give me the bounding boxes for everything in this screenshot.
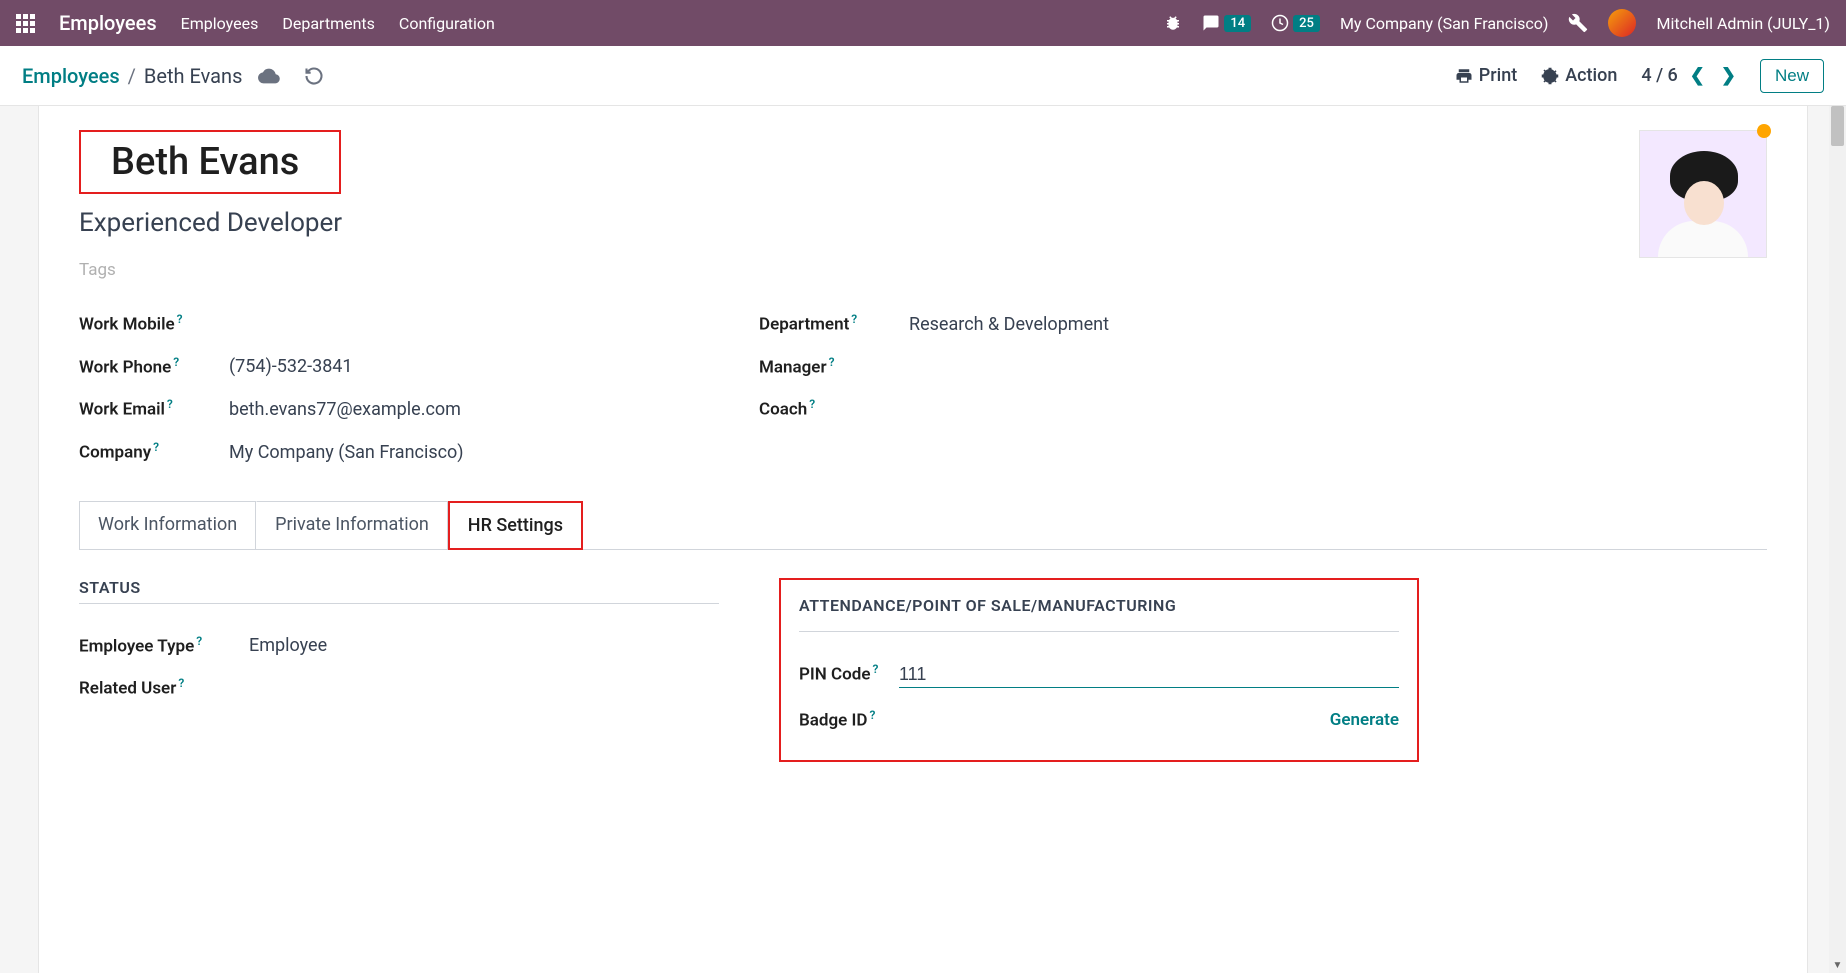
user-name[interactable]: Mitchell Admin (JULY_1) [1656, 14, 1830, 33]
help-icon[interactable]: ? [173, 355, 179, 369]
breadcrumb-root[interactable]: Employees [22, 64, 120, 88]
activities-count: 25 [1293, 15, 1320, 32]
work-email-label: Work Email [79, 400, 165, 420]
company-label: Company [79, 443, 151, 463]
topbar-right: 14 25 My Company (San Francisco) Mitchel… [1164, 9, 1830, 37]
department-value[interactable]: Research & Development [909, 314, 1109, 335]
attendance-title: ATTENDANCE/POINT OF SALE/MANUFACTURING [799, 596, 1399, 621]
tab-private-information[interactable]: Private Information [256, 501, 448, 550]
new-button[interactable]: New [1760, 59, 1824, 93]
pin-code-row: PIN Code? [799, 652, 1399, 698]
help-icon[interactable]: ? [153, 440, 159, 454]
help-icon[interactable]: ? [829, 355, 835, 369]
company-switcher[interactable]: My Company (San Francisco) [1340, 14, 1549, 33]
employee-name-field[interactable]: Beth Evans [79, 130, 341, 194]
cloud-icon[interactable] [258, 65, 280, 87]
help-icon[interactable]: ? [873, 662, 879, 676]
status-panel: STATUS Employee Type? Employee Related U… [79, 578, 719, 763]
right-column: Department? Research & Development Manag… [759, 302, 1379, 473]
print-button[interactable]: Print [1455, 65, 1517, 86]
work-phone-label: Work Phone [79, 357, 171, 377]
status-title: STATUS [79, 578, 719, 604]
form-sheet: Beth Evans Experienced Developer Tags Wo… [38, 106, 1808, 973]
topbar: Employees Employees Departments Configur… [0, 0, 1846, 46]
pager-prev-icon[interactable]: ❮ [1690, 65, 1705, 86]
work-phone-value[interactable]: (754)-532-3841 [229, 356, 353, 377]
generate-button[interactable]: Generate [1330, 710, 1399, 730]
presence-status-dot-icon[interactable] [1757, 124, 1771, 138]
field-columns: Work Mobile? Work Phone? (754)-532-3841 … [79, 302, 1767, 473]
related-user-row: Related User? [79, 666, 719, 709]
help-icon[interactable]: ? [870, 708, 876, 722]
coach-label: Coach [759, 400, 807, 420]
work-email-row: Work Email? beth.evans77@example.com [79, 387, 699, 430]
tags-field[interactable]: Tags [79, 260, 1767, 280]
coach-row: Coach? [759, 387, 1379, 430]
tab-hr-settings[interactable]: HR Settings [448, 501, 583, 550]
breadcrumb-sep: / [128, 64, 136, 88]
tabs: Work Information Private Information HR … [79, 501, 1767, 550]
undo-icon[interactable] [304, 65, 324, 87]
company-row: Company? My Company (San Francisco) [79, 430, 699, 473]
scrollbar-thumb[interactable] [1831, 106, 1844, 146]
help-icon[interactable]: ? [851, 312, 857, 326]
employee-type-label: Employee Type [79, 636, 194, 656]
tab-work-information[interactable]: Work Information [79, 501, 256, 550]
action-button[interactable]: Action [1541, 65, 1617, 86]
nav-departments[interactable]: Departments [282, 14, 375, 33]
topbar-left: Employees Employees Departments Configur… [16, 11, 1164, 35]
tools-icon[interactable] [1568, 13, 1588, 33]
work-mobile-row: Work Mobile? [79, 302, 699, 345]
work-mobile-label: Work Mobile [79, 315, 175, 335]
messages-button[interactable]: 14 [1202, 14, 1251, 32]
badge-id-label: Badge ID [799, 710, 868, 730]
badge-id-row: Badge ID? Generate [799, 698, 1399, 741]
related-user-label: Related User [79, 679, 176, 699]
scrollbar[interactable]: ▼ [1829, 106, 1846, 973]
pager-next-icon[interactable]: ❯ [1721, 65, 1736, 86]
pager-text[interactable]: 4 / 6 [1641, 65, 1677, 86]
messages-count: 14 [1224, 15, 1251, 32]
subbar: Employees / Beth Evans Print Action 4 / … [0, 46, 1846, 106]
breadcrumb-current: Beth Evans [144, 64, 243, 88]
attendance-panel: ATTENDANCE/POINT OF SALE/MANUFACTURING P… [779, 578, 1419, 763]
employee-type-row: Employee Type? Employee [79, 624, 719, 667]
help-icon[interactable]: ? [809, 397, 815, 411]
manager-label: Manager [759, 357, 827, 377]
user-avatar-icon[interactable] [1608, 9, 1636, 37]
employee-type-value[interactable]: Employee [249, 635, 327, 656]
bug-icon[interactable] [1164, 14, 1182, 32]
help-icon[interactable]: ? [167, 397, 173, 411]
department-label: Department [759, 315, 849, 335]
nav-employees[interactable]: Employees [181, 14, 259, 33]
work-phone-row: Work Phone? (754)-532-3841 [79, 345, 699, 388]
left-column: Work Mobile? Work Phone? (754)-532-3841 … [79, 302, 699, 473]
activities-button[interactable]: 25 [1271, 14, 1320, 32]
action-label: Action [1565, 65, 1617, 86]
employee-photo[interactable] [1639, 130, 1767, 258]
pin-code-label: PIN Code [799, 665, 871, 685]
pin-code-input[interactable] [899, 662, 1399, 688]
work-email-value[interactable]: beth.evans77@example.com [229, 399, 461, 420]
hr-settings-panel: STATUS Employee Type? Employee Related U… [79, 578, 1767, 763]
apps-icon[interactable] [16, 14, 35, 33]
company-value[interactable]: My Company (San Francisco) [229, 442, 464, 463]
print-label: Print [1479, 65, 1517, 86]
content: Beth Evans Experienced Developer Tags Wo… [0, 106, 1846, 973]
help-icon[interactable]: ? [196, 634, 202, 648]
nav-configuration[interactable]: Configuration [399, 14, 495, 33]
manager-row: Manager? [759, 345, 1379, 388]
employee-name: Beth Evans [111, 140, 299, 184]
job-title[interactable]: Experienced Developer [79, 208, 1767, 238]
pager: 4 / 6 ❮ ❯ [1641, 65, 1736, 86]
department-row: Department? Research & Development [759, 302, 1379, 345]
brand[interactable]: Employees [59, 11, 157, 35]
help-icon[interactable]: ? [178, 676, 184, 690]
scrollbar-down-icon[interactable]: ▼ [1829, 960, 1846, 971]
help-icon[interactable]: ? [177, 312, 183, 326]
